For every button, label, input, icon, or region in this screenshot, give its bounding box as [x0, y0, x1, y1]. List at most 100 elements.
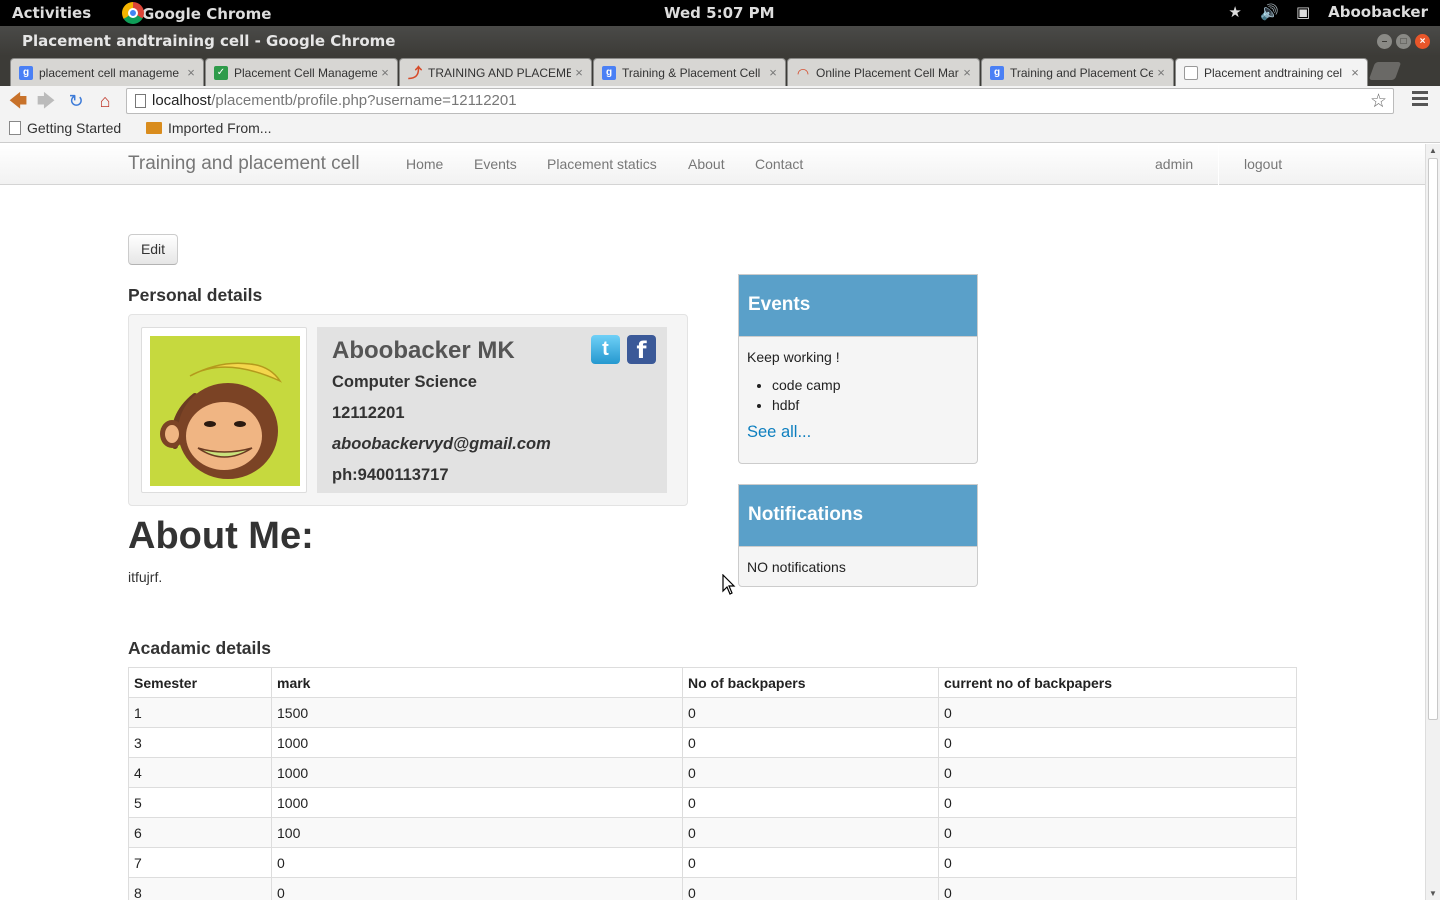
- table-cell: 1000: [271, 787, 683, 818]
- table-cell: 1000: [271, 757, 683, 788]
- avatar-frame: [141, 327, 307, 493]
- browser-tab-active[interactable]: Placement andtraining cel ×: [1175, 58, 1368, 86]
- table-cell: 8: [128, 877, 272, 900]
- event-item: hdbf: [772, 395, 969, 415]
- site-brand[interactable]: Training and placement cell: [128, 153, 360, 175]
- new-tab-button[interactable]: [1368, 62, 1402, 80]
- table-row: 6 100 0 0: [128, 817, 1297, 848]
- user-menu[interactable]: Aboobacker: [1328, 3, 1428, 21]
- academic-details-heading: Acadamic details: [128, 638, 271, 658]
- browser-toolbar: 🡄 🡆 ↻ ⌂ localhost/placementb/profile.php…: [0, 86, 1440, 116]
- browser-tab[interactable]: ◠ Online Placement Cell Mar ×: [787, 58, 980, 86]
- page-info-icon[interactable]: [135, 94, 146, 108]
- back-icon[interactable]: 🡄: [8, 91, 28, 111]
- tab-close-icon[interactable]: ×: [571, 65, 587, 80]
- academic-table-body: 1 1500 0 0 3 1000 0 0 4 1000 0 0 5 1000 0 0 6 100 0 0 7 0 0 0 8 0…: [128, 697, 1297, 900]
- nav-logout[interactable]: logout: [1244, 156, 1282, 172]
- table-cell: 0: [938, 787, 1297, 818]
- table-cell: 0: [682, 757, 939, 788]
- table-cell: 5: [128, 787, 272, 818]
- tab-label: Placement andtraining cel: [1204, 65, 1343, 80]
- student-name: Aboobacker MK: [332, 337, 515, 364]
- event-item: code camp: [772, 375, 969, 395]
- nav-contact[interactable]: Contact: [755, 156, 803, 172]
- nav-events[interactable]: Events: [474, 156, 517, 172]
- nav-admin[interactable]: admin: [1155, 156, 1193, 172]
- table-cell: 0: [938, 697, 1297, 728]
- home-icon[interactable]: ⌂: [95, 91, 115, 111]
- table-cell: 4: [128, 757, 272, 788]
- see-all-link[interactable]: See all...: [747, 423, 969, 442]
- page-scrollbar[interactable]: ▲ ▼: [1425, 144, 1440, 900]
- page-icon: [9, 121, 21, 135]
- accessibility-icon[interactable]: ★: [1226, 3, 1244, 21]
- browser-tab[interactable]: ⤴ TRAINING AND PLACEMEN ×: [399, 58, 592, 86]
- window-title-bar: Placement andtraining cell - Google Chro…: [0, 26, 1440, 56]
- tab-label: Training and Placement Ce: [1010, 65, 1153, 80]
- activities-button[interactable]: Activities: [12, 4, 91, 22]
- url-text: localhost/placementb/profile.php?usernam…: [152, 92, 517, 109]
- tab-close-icon[interactable]: ×: [765, 65, 781, 80]
- google-icon: g: [990, 65, 1004, 80]
- tab-close-icon[interactable]: ×: [377, 65, 393, 80]
- volume-icon[interactable]: 🔊: [1260, 3, 1279, 21]
- browser-tab[interactable]: g Training and Placement Ce ×: [981, 58, 1174, 86]
- table-row: 3 1000 0 0: [128, 727, 1297, 758]
- table-cell: 1000: [271, 727, 683, 758]
- facebook-icon[interactable]: f: [627, 335, 656, 364]
- maximize-icon[interactable]: □: [1396, 34, 1411, 49]
- table-row: 5 1000 0 0: [128, 787, 1297, 818]
- clock[interactable]: Wed 5:07 PM: [664, 4, 775, 22]
- table-cell: 7: [128, 847, 272, 878]
- tab-close-icon[interactable]: ×: [959, 65, 975, 80]
- table-cell: 1: [128, 697, 272, 728]
- scrollbar-thumb[interactable]: [1428, 158, 1438, 720]
- app-menu[interactable]: Google Chrome: [122, 2, 271, 24]
- bookmark-star-icon[interactable]: ☆: [1370, 90, 1387, 113]
- close-icon[interactable]: ×: [1415, 34, 1430, 49]
- profile-info: Aboobacker MK t f Computer Science 12112…: [317, 327, 667, 493]
- tab-label: TRAINING AND PLACEMEN: [428, 65, 571, 80]
- nav-home[interactable]: Home: [406, 156, 443, 172]
- google-icon: g: [602, 65, 616, 80]
- profile-card: Aboobacker MK t f Computer Science 12112…: [128, 314, 688, 506]
- table-cell: 0: [682, 817, 939, 848]
- bookmarks-bar: Getting Started Imported From...: [0, 116, 1440, 143]
- tab-label: Training & Placement Cell: [622, 65, 761, 80]
- register-number: 12112201: [332, 404, 405, 422]
- minimize-icon[interactable]: –: [1377, 34, 1392, 49]
- network-icon[interactable]: ▣: [1294, 3, 1312, 21]
- tab-close-icon[interactable]: ×: [1347, 65, 1363, 80]
- scroll-down-icon[interactable]: ▼: [1429, 889, 1437, 898]
- nav-divider: [1218, 144, 1219, 185]
- browser-tab[interactable]: g Training & Placement Cell ×: [593, 58, 786, 86]
- tab-close-icon[interactable]: ×: [1153, 65, 1169, 80]
- chrome-menu-icon[interactable]: [1412, 91, 1428, 107]
- site-navbar: Training and placement cell Home Events …: [0, 144, 1425, 185]
- table-cell: 0: [271, 847, 683, 878]
- loading-icon: ◠: [797, 64, 809, 81]
- tab-label: Placement Cell Manageme: [234, 65, 377, 80]
- column-header: mark: [271, 667, 683, 698]
- scroll-up-icon[interactable]: ▲: [1429, 146, 1437, 155]
- about-me-heading: About Me:: [128, 515, 314, 557]
- reload-icon[interactable]: ↻: [66, 91, 86, 111]
- twitter-icon[interactable]: t: [591, 335, 620, 364]
- bookmark-label: Getting Started: [27, 120, 122, 136]
- bookmark-getting-started[interactable]: Getting Started: [9, 120, 121, 136]
- forward-icon[interactable]: 🡆: [36, 91, 56, 111]
- table-cell: 6: [128, 817, 272, 848]
- table-cell: 3: [128, 727, 272, 758]
- nav-about[interactable]: About: [688, 156, 725, 172]
- folder-icon: [146, 122, 162, 134]
- nav-placement-statics[interactable]: Placement statics: [547, 156, 657, 172]
- tab-close-icon[interactable]: ×: [183, 65, 199, 80]
- bookmark-imported-from[interactable]: Imported From...: [146, 120, 271, 136]
- browser-tab[interactable]: g placement cell manageme ×: [10, 58, 204, 86]
- table-row: 8000: [128, 877, 1297, 900]
- table-cell: 100: [271, 817, 683, 848]
- browser-tab[interactable]: ✓ Placement Cell Manageme ×: [205, 58, 398, 86]
- address-bar[interactable]: localhost/placementb/profile.php?usernam…: [126, 88, 1394, 114]
- table-cell: 0: [682, 847, 939, 878]
- edit-button[interactable]: Edit: [128, 234, 178, 265]
